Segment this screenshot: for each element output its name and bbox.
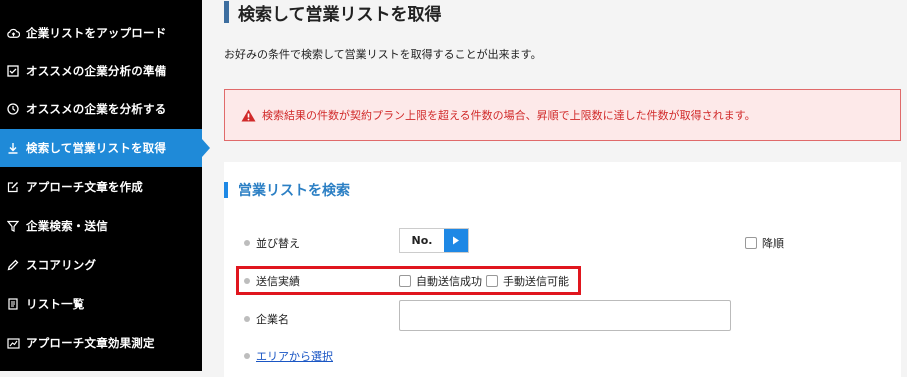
send-record-label: 送信実績	[244, 273, 300, 289]
sidebar-item-prepare-analysis[interactable]: オススメの企業分析の準備	[0, 52, 202, 90]
bullet-icon	[244, 278, 250, 284]
clock-icon	[6, 102, 20, 116]
edit-icon	[6, 180, 20, 194]
sort-select[interactable]: No.	[399, 228, 469, 253]
page-title: 検索して営業リストを取得	[224, 0, 442, 25]
sidebar-item-label: オススメの企業を分析する	[26, 102, 167, 116]
area-select-link[interactable]: エリアから選択	[256, 348, 333, 364]
limit-warning-alert: 検索結果の件数が契約プラン上限を超える件数の場合、昇順で上限数に達した件数が取得…	[224, 89, 901, 141]
sort-select-value: No.	[411, 234, 433, 247]
manual-send-label: 手動送信可能	[503, 275, 569, 288]
checkbox-box[interactable]	[399, 275, 411, 287]
sidebar-item-label: アプローチ文章効果測定	[26, 336, 155, 350]
auto-send-label: 自動送信成功	[416, 275, 482, 288]
sidebar-item-approach-effect[interactable]: アプローチ文章効果測定	[0, 324, 202, 362]
checkbox-box[interactable]	[745, 237, 757, 249]
sidebar-item-analyze-companies[interactable]: オススメの企業を分析する	[0, 90, 202, 128]
download-icon	[6, 141, 20, 155]
sidebar-item-label: 企業検索・送信	[26, 219, 108, 233]
checkbox-box[interactable]	[486, 275, 498, 287]
company-name-label-text: 企業名	[256, 313, 289, 326]
sort-label-text: 並び替え	[256, 237, 300, 250]
sort-label: 並び替え	[244, 235, 300, 251]
sidebar-item-label: アプローチ文章を作成	[26, 180, 143, 194]
sidebar-item-label: オススメの企業分析の準備	[26, 64, 167, 78]
area-select-row: エリアから選択	[244, 348, 333, 364]
sidebar-item-upload-companies[interactable]: 企業リストをアップロード	[0, 14, 202, 52]
sidebar-item-label: 検索して営業リストを取得	[26, 141, 167, 155]
play-arrow-icon[interactable]	[444, 229, 468, 252]
filter-icon	[6, 219, 20, 233]
document-icon	[6, 297, 20, 311]
sidebar-item-search-sales-list[interactable]: 検索して営業リストを取得	[0, 129, 210, 167]
sidebar-item-company-search-send[interactable]: 企業検索・送信	[0, 207, 202, 245]
desc-checkbox[interactable]: 降順	[745, 235, 784, 251]
manual-send-checkbox[interactable]: 手動送信可能	[486, 273, 569, 289]
page-title-text: 検索して営業リストを取得	[238, 4, 442, 25]
section-title-text: 営業リストを検索	[238, 183, 350, 199]
auto-send-checkbox[interactable]: 自動送信成功	[399, 273, 482, 289]
sidebar-item-create-approach[interactable]: アプローチ文章を作成	[0, 168, 202, 206]
chart-icon	[6, 336, 20, 350]
page-subtitle: お好みの条件で検索して営業リストを取得することが出来ます。	[224, 48, 542, 61]
bullet-icon	[244, 353, 250, 359]
sidebar-item-label: リスト一覧	[26, 297, 85, 311]
company-name-input[interactable]	[399, 300, 731, 331]
company-name-label: 企業名	[244, 311, 289, 327]
warning-icon	[241, 109, 256, 122]
checkbox-icon	[6, 64, 20, 78]
title-accent-bar	[224, 1, 229, 23]
search-panel: 営業リストを検索 並び替え No. 降順 送信実績 自動送信成功 手動送信可能 …	[224, 162, 901, 377]
sidebar-item-label: スコアリング	[26, 258, 97, 272]
bullet-icon	[244, 316, 250, 322]
sidebar-item-list-overview[interactable]: リスト一覧	[0, 285, 202, 323]
desc-checkbox-label: 降順	[762, 237, 784, 250]
alert-text: 検索結果の件数が契約プラン上限を超える件数の場合、昇順で上限数に達した件数が取得…	[262, 109, 756, 122]
sidebar-item-scoring[interactable]: スコアリング	[0, 246, 202, 284]
send-record-label-text: 送信実績	[256, 275, 300, 288]
section-accent-bar	[224, 182, 228, 198]
pencil-icon	[6, 258, 20, 272]
section-title: 営業リストを検索	[224, 180, 350, 200]
sidebar-item-label: 企業リストをアップロード	[26, 26, 167, 40]
bullet-icon	[244, 240, 250, 246]
sidebar: 企業リストをアップロード オススメの企業分析の準備 オススメの企業を分析する 検…	[0, 0, 210, 371]
cloud-upload-icon	[6, 26, 20, 40]
